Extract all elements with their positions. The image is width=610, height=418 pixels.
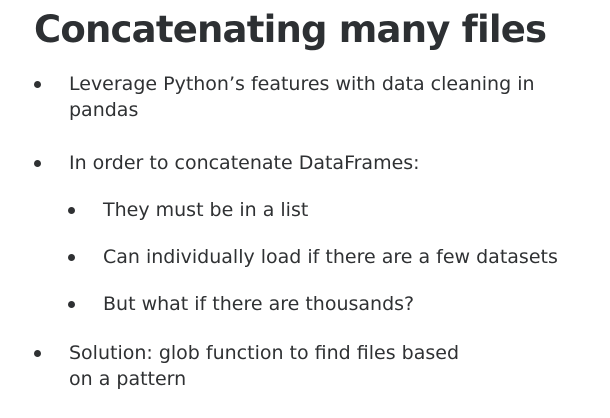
bullet-item: Leverage Python’s features with data cle… xyxy=(34,71,535,123)
bullet-line: They must be in a list xyxy=(103,199,309,221)
bullet-line: pandas xyxy=(69,99,139,121)
bullet-dot-icon xyxy=(68,301,75,308)
bullet-line: on a pattern xyxy=(69,368,187,390)
bullet-item: But what if there are thousands? xyxy=(68,291,415,317)
slide: Concatenating many files Leverage Python… xyxy=(0,0,610,418)
bullet-line: Leverage Python’s features with data cle… xyxy=(69,73,535,95)
bullet-line: In order to concatenate DataFrames: xyxy=(69,152,420,174)
bullet-item: They must be in a list xyxy=(68,197,309,223)
bullet-dot-icon xyxy=(34,350,41,357)
bullet-dot-icon xyxy=(34,160,41,167)
bullet-line: Solution: glob function to find files ba… xyxy=(69,342,460,364)
bullet-line: But what if there are thousands? xyxy=(103,293,415,315)
bullet-list: Leverage Python’s features with data cle… xyxy=(0,0,610,418)
bullet-dot-icon xyxy=(68,254,75,261)
bullet-item: Can individually load if there are a few… xyxy=(68,244,558,270)
bullet-dot-icon xyxy=(34,81,41,88)
bullet-dot-icon xyxy=(68,207,75,214)
bullet-item: In order to concatenate DataFrames: xyxy=(34,150,420,176)
bullet-item: Solution: glob function to find files ba… xyxy=(34,340,460,392)
bullet-line: Can individually load if there are a few… xyxy=(103,246,558,268)
